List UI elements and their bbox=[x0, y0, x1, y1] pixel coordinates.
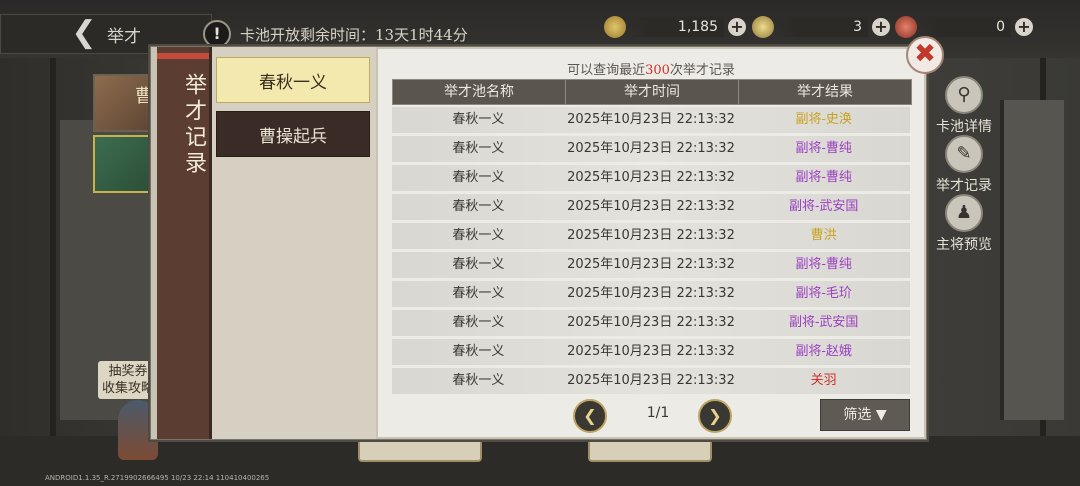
table-row: 春秋一义 2025年10月23日 22:13:32 副将-武安国 bbox=[392, 310, 910, 336]
cell-time: 2025年10月23日 22:13:32 bbox=[567, 141, 735, 156]
brush-icon: ✎ bbox=[945, 135, 983, 173]
pool-details-button[interactable]: ⚲ 卡池详情 bbox=[932, 76, 996, 136]
cell-result: 关羽 bbox=[810, 373, 837, 388]
promo-banner[interactable]: 抽奖券 收集攻略 bbox=[98, 361, 158, 399]
table-header: 举才池名称 举才时间 举才结果 bbox=[392, 79, 912, 105]
cell-result: 副将-史涣 bbox=[795, 112, 852, 127]
dialog-vertical-tab: 举才记录 bbox=[157, 47, 212, 439]
promo-line: 抽奖券 bbox=[108, 364, 148, 379]
resource-coin-value: 1,185 bbox=[626, 17, 724, 37]
table-row: 春秋一义 2025年10月23日 22:13:32 关羽 bbox=[392, 368, 910, 394]
cell-time: 2025年10月23日 22:13:32 bbox=[567, 315, 735, 330]
coin-icon bbox=[604, 16, 626, 38]
cell-time: 2025年10月23日 22:13:32 bbox=[567, 257, 735, 272]
cell-time: 2025年10月23日 22:13:32 bbox=[567, 344, 735, 359]
search-icon: ⚲ bbox=[945, 76, 983, 114]
pool-tab-list: 春秋一义 曹操起兵 bbox=[212, 47, 376, 439]
record-panel: 可以查询最近300次举才记录 举才池名称 举才时间 举才结果 春秋一义 2025年… bbox=[378, 49, 924, 437]
table-row: 春秋一义 2025年10月23日 22:13:32 副将-曹纯 bbox=[392, 165, 910, 191]
cell-result: 副将-曹纯 bbox=[795, 141, 852, 156]
warning-icon[interactable]: ! bbox=[203, 20, 231, 48]
next-page-button[interactable]: ❯ bbox=[698, 399, 732, 433]
cell-result: 副将-曹纯 bbox=[795, 170, 852, 185]
token-icon bbox=[895, 16, 917, 38]
table-row: 春秋一义 2025年10月23日 22:13:32 副将-武安国 bbox=[392, 194, 910, 220]
table-row: 春秋一义 2025年10月23日 22:13:32 曹洪 bbox=[392, 223, 910, 249]
back-arrow-icon: ❮ bbox=[71, 15, 97, 50]
resource-ticket: 3 + bbox=[752, 14, 890, 40]
page-title: 举才 bbox=[107, 26, 141, 47]
filter-button[interactable]: 筛选 ▼ bbox=[820, 399, 910, 431]
table-row: 春秋一义 2025年10月23日 22:13:32 副将-史涣 bbox=[392, 107, 910, 133]
cell-pool-name: 春秋一义 bbox=[452, 286, 505, 301]
pool-tab[interactable]: 曹操起兵 bbox=[216, 111, 370, 157]
dialog-title: 举才记录 bbox=[181, 73, 206, 177]
cell-pool-name: 春秋一义 bbox=[452, 315, 505, 330]
cell-result: 副将-赵娥 bbox=[795, 344, 852, 359]
general-preview-button[interactable]: ♟ 主将预览 bbox=[932, 194, 996, 254]
general-icon: ♟ bbox=[945, 194, 983, 232]
cell-pool-name: 春秋一义 bbox=[452, 199, 505, 214]
version-text: ANDROID1.1.35_R.2719902666495 10/23 22:1… bbox=[45, 474, 270, 482]
prev-page-button[interactable]: ❮ bbox=[573, 399, 607, 433]
table-row: 春秋一义 2025年10月23日 22:13:32 副将-曹纯 bbox=[392, 252, 910, 278]
cell-pool-name: 春秋一义 bbox=[452, 141, 505, 156]
hint-suffix: 次举才记录 bbox=[669, 63, 735, 78]
cell-time: 2025年10月23日 22:13:32 bbox=[567, 170, 735, 185]
cell-time: 2025年10月23日 22:13:32 bbox=[567, 286, 735, 301]
pagination: ❮ 1/1 ❯ 筛选 ▼ bbox=[378, 399, 924, 433]
cell-result: 副将-曹纯 bbox=[795, 257, 852, 272]
tab-accent bbox=[157, 53, 209, 59]
cell-result: 曹洪 bbox=[810, 228, 837, 243]
resource-token-value: 0 bbox=[917, 17, 1011, 37]
tool-label: 主将预览 bbox=[936, 237, 992, 253]
cell-result: 副将-毛玠 bbox=[795, 286, 852, 301]
filter-label: 筛选 bbox=[843, 407, 872, 423]
cell-result: 副将-武安国 bbox=[788, 199, 859, 214]
recruit-record-dialog: 举才记录 春秋一义 曹操起兵 可以查询最近300次举才记录 举才池名称 举才时间… bbox=[150, 46, 927, 440]
cell-pool-name: 春秋一义 bbox=[452, 344, 505, 359]
filter-icon: ▼ bbox=[875, 407, 887, 423]
cell-time: 2025年10月23日 22:13:32 bbox=[567, 199, 735, 214]
promo-line: 收集攻略 bbox=[101, 381, 154, 396]
column-header: 举才时间 bbox=[566, 80, 739, 104]
cell-pool-name: 春秋一义 bbox=[452, 170, 505, 185]
ticket-icon bbox=[752, 16, 774, 38]
record-table-body: 春秋一义 2025年10月23日 22:13:32 副将-史涣 春秋一义 2025年10… bbox=[392, 107, 910, 397]
recruit-record-button[interactable]: ✎ 举才记录 bbox=[932, 135, 996, 195]
resource-ticket-value: 3 bbox=[774, 17, 868, 37]
cell-time: 2025年10月23日 22:13:32 bbox=[567, 373, 735, 388]
add-ticket-button[interactable]: + bbox=[872, 18, 890, 36]
tool-label: 卡池详情 bbox=[936, 119, 992, 135]
pool-countdown: 卡池开放剩余时间：13天1时44分 bbox=[240, 26, 468, 44]
pool-tab-active[interactable]: 春秋一义 bbox=[216, 57, 370, 103]
add-coin-button[interactable]: + bbox=[728, 18, 746, 36]
add-token-button[interactable]: + bbox=[1015, 18, 1033, 36]
table-row: 春秋一义 2025年10月23日 22:13:32 副将-赵娥 bbox=[392, 339, 910, 365]
table-row: 春秋一义 2025年10月23日 22:13:32 副将-毛玠 bbox=[392, 281, 910, 307]
cell-time: 2025年10月23日 22:13:32 bbox=[567, 112, 735, 127]
cell-pool-name: 春秋一义 bbox=[452, 112, 505, 127]
cell-pool-name: 春秋一义 bbox=[452, 373, 505, 388]
cell-pool-name: 春秋一义 bbox=[452, 257, 505, 272]
column-header: 举才池名称 bbox=[393, 80, 566, 104]
cell-pool-name: 春秋一义 bbox=[452, 228, 505, 243]
close-icon[interactable]: ✖ bbox=[906, 36, 944, 74]
record-hint: 可以查询最近300次举才记录 bbox=[378, 59, 924, 78]
resource-coin: 1,185 + bbox=[604, 14, 746, 40]
hint-count: 300 bbox=[645, 63, 670, 78]
page-indicator: 1/1 bbox=[646, 405, 670, 421]
cell-time: 2025年10月23日 22:13:32 bbox=[567, 228, 735, 243]
hint-prefix: 可以查询最近 bbox=[567, 63, 646, 78]
resource-token: 0 + bbox=[895, 14, 1033, 40]
cell-result: 副将-武安国 bbox=[788, 315, 859, 330]
background-panel bbox=[1000, 100, 1064, 420]
background-pillar bbox=[50, 40, 56, 486]
table-row: 春秋一义 2025年10月23日 22:13:32 副将-曹纯 bbox=[392, 136, 910, 162]
tool-label: 举才记录 bbox=[936, 178, 992, 194]
column-header: 举才结果 bbox=[797, 84, 853, 100]
